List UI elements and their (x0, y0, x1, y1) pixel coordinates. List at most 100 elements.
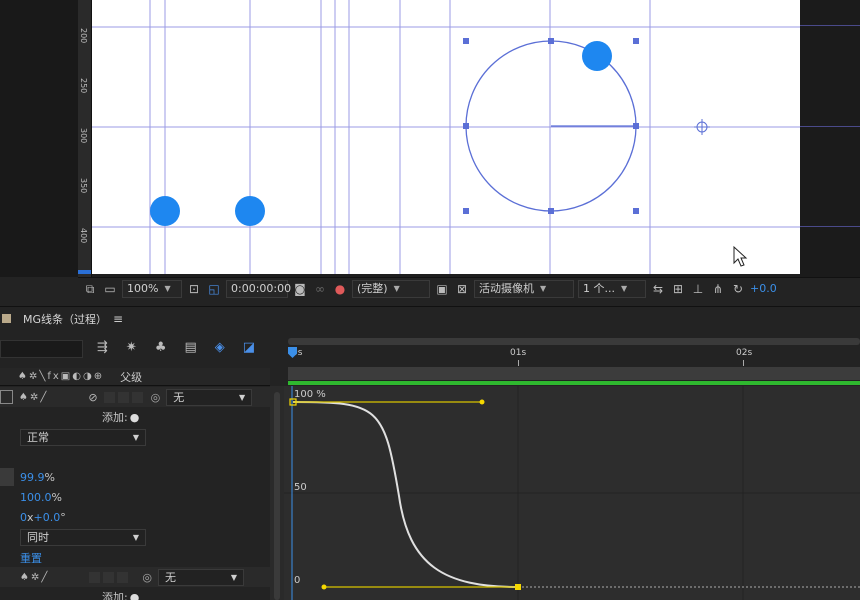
time-tick-label: 01s (510, 348, 527, 358)
draft-3d-icon[interactable]: ⊞ (670, 281, 686, 297)
hamburger-menu-icon[interactable]: ≡ (113, 312, 123, 326)
draft-3d-icon[interactable]: ✷ (126, 340, 137, 358)
switch-box[interactable] (131, 391, 143, 403)
fast-preview-icon[interactable]: ▣ (434, 281, 450, 297)
switch-box[interactable] (103, 571, 115, 583)
parent-pickwhip-icon[interactable]: ◎ (151, 391, 161, 404)
graph-label: 0 (294, 575, 301, 586)
rotation-degrees[interactable]: +0.0 (34, 511, 61, 524)
always-preview-icon[interactable]: ⧉ (82, 281, 98, 297)
views-dropdown[interactable]: 1 个... ▼ (578, 279, 646, 298)
resolution-value: (完整) (357, 281, 388, 295)
anchor-point-icon (694, 119, 710, 135)
ruler-label: 300 (79, 128, 88, 144)
layer-row[interactable]: ♠✲╱ ⊘ ◎ 无 ▼ (0, 387, 270, 407)
add-label: 添加: (102, 411, 128, 424)
layer-switches-icon[interactable]: ♠✲╱ (20, 572, 49, 583)
ruler-label: 200 (79, 28, 88, 44)
reset-link[interactable]: 重置 (20, 550, 42, 566)
work-area-indicator[interactable] (288, 381, 860, 385)
switch-box[interactable] (117, 571, 129, 583)
monitor-icon[interactable]: ▭ (102, 281, 118, 297)
add-property-icon[interactable]: ● (130, 591, 140, 600)
guide-lines (92, 0, 800, 274)
frame-blending-icon[interactable]: ▤ (184, 340, 196, 358)
motion-blur-icon[interactable]: ◈ (215, 340, 225, 358)
property-stopwatch-slot[interactable] (0, 468, 14, 486)
switch-box[interactable] (89, 571, 101, 583)
zoom-dropdown[interactable]: 100% ▼ (122, 279, 182, 298)
shy-layers-icon[interactable]: ♣ (155, 340, 167, 358)
ruler-label: 350 (79, 178, 88, 194)
viewer-toolbar: ⧉ ▭ 100% ▼ ⊡ ◱ 0:00:00:00 ◙ ∞ ● (完整) ▼ ▣ ⊠… (78, 277, 860, 299)
blend-mode-dropdown[interactable]: 正常 ▼ (20, 428, 146, 446)
rotation-turns[interactable]: 0 (20, 511, 27, 524)
timing-dropdown[interactable]: 同时 ▼ (20, 528, 146, 546)
views-value: 1 个... (583, 281, 615, 295)
exposure-value[interactable]: +0.0 (750, 282, 777, 295)
blend-mode-row: 正常 ▼ (0, 427, 270, 447)
switch-box[interactable] (117, 391, 129, 403)
region-of-interest-icon[interactable]: ◱ (206, 281, 222, 297)
layer-scrollbar[interactable] (274, 392, 280, 600)
layer-label-swatch[interactable] (0, 390, 13, 404)
color-channels-icon[interactable]: ● (332, 281, 348, 297)
layer-search-input[interactable] (0, 340, 83, 358)
chevron-down-icon: ▼ (230, 572, 237, 582)
motion-blur-switch-icon[interactable]: ⊘ (88, 391, 97, 404)
work-area-bar[interactable] (288, 367, 860, 380)
fit-frame-icon[interactable]: ⊡ (186, 281, 202, 297)
ruler-label: 250 (79, 78, 88, 94)
switch-box[interactable] (103, 391, 115, 403)
parent-pickwhip-icon[interactable]: ◎ (142, 571, 152, 584)
ruler-marker (78, 270, 91, 274)
composition-flowchart-icon[interactable]: ⇶ (97, 340, 108, 358)
timing-value: 同时 (27, 531, 49, 544)
chevron-down-icon: ▼ (132, 532, 139, 542)
camera-snapshot-icon[interactable]: ◙ (292, 281, 308, 297)
toggle-pixel-aspect-icon[interactable]: ⇆ (650, 281, 666, 297)
add-property-icon[interactable]: ● (130, 411, 140, 424)
handle-point (479, 399, 485, 405)
blue-dot (235, 196, 265, 226)
comp-color-swatch (2, 314, 11, 323)
reset-row: 重置 (0, 548, 270, 568)
opacity-value[interactable]: 100.0 (20, 491, 52, 504)
parent-dropdown[interactable]: 无 ▼ (157, 568, 244, 586)
flowchart-icon[interactable]: ⋔ (710, 281, 726, 297)
switches-header-icon: ♠✲╲fx▣◐◑⊕ (18, 371, 105, 382)
rotation-unit: ° (60, 510, 66, 524)
show-snapshot-icon[interactable]: ∞ (312, 281, 328, 297)
time-ruler-area: 0s 01s 02s (284, 334, 860, 386)
zoom-value: 100% (127, 281, 159, 295)
chevron-down-icon: ▼ (132, 432, 139, 442)
chevron-down-icon: ▼ (164, 283, 171, 293)
parent-value: 无 (173, 391, 185, 404)
timecode-field[interactable]: 0:00:00:00 (226, 279, 292, 298)
timing-row: 同时 ▼ (0, 527, 270, 547)
layer-row[interactable]: ♠✲╱ ◎ 无 ▼ (0, 567, 270, 587)
parent-dropdown[interactable]: 无 ▼ (166, 388, 253, 406)
reset-exposure-icon[interactable]: ↻ (730, 281, 746, 297)
scale-row: 99.9 % (0, 467, 270, 487)
add-property-row: 添加: ● (0, 407, 270, 427)
composition-canvas[interactable] (92, 0, 800, 274)
chevron-down-icon: ▼ (540, 283, 547, 293)
timecode-value: 0:00:00:00 (231, 281, 292, 295)
add-property-row: 添加: ● (0, 587, 270, 600)
graph-editor-icon[interactable]: ◪ (243, 340, 255, 358)
camera-dropdown[interactable]: 活动摄像机 ▼ (474, 279, 574, 298)
graph-editor[interactable]: 100 % 50 0 (284, 386, 860, 600)
viewer-left-margin (0, 0, 78, 277)
grid-ruler-icon[interactable]: ⊥ (690, 281, 706, 297)
layer-switches-icon[interactable]: ♠✲╱ (19, 392, 48, 403)
parent-column-header[interactable]: 父级 (120, 369, 142, 385)
transparency-grid-icon[interactable]: ⊠ (454, 281, 470, 297)
comp-tab-title[interactable]: MG线条（过程） (23, 311, 107, 327)
resolution-dropdown[interactable]: (完整) ▼ (352, 279, 430, 298)
vertical-ruler[interactable]: 200 250 300 350 400 (78, 0, 92, 277)
timeline-panel-header: MG线条（过程） ≡ (0, 306, 860, 330)
scale-value[interactable]: 99.9 (20, 471, 45, 484)
time-navigator-bar[interactable] (288, 338, 860, 345)
blend-mode-value: 正常 (27, 431, 49, 444)
